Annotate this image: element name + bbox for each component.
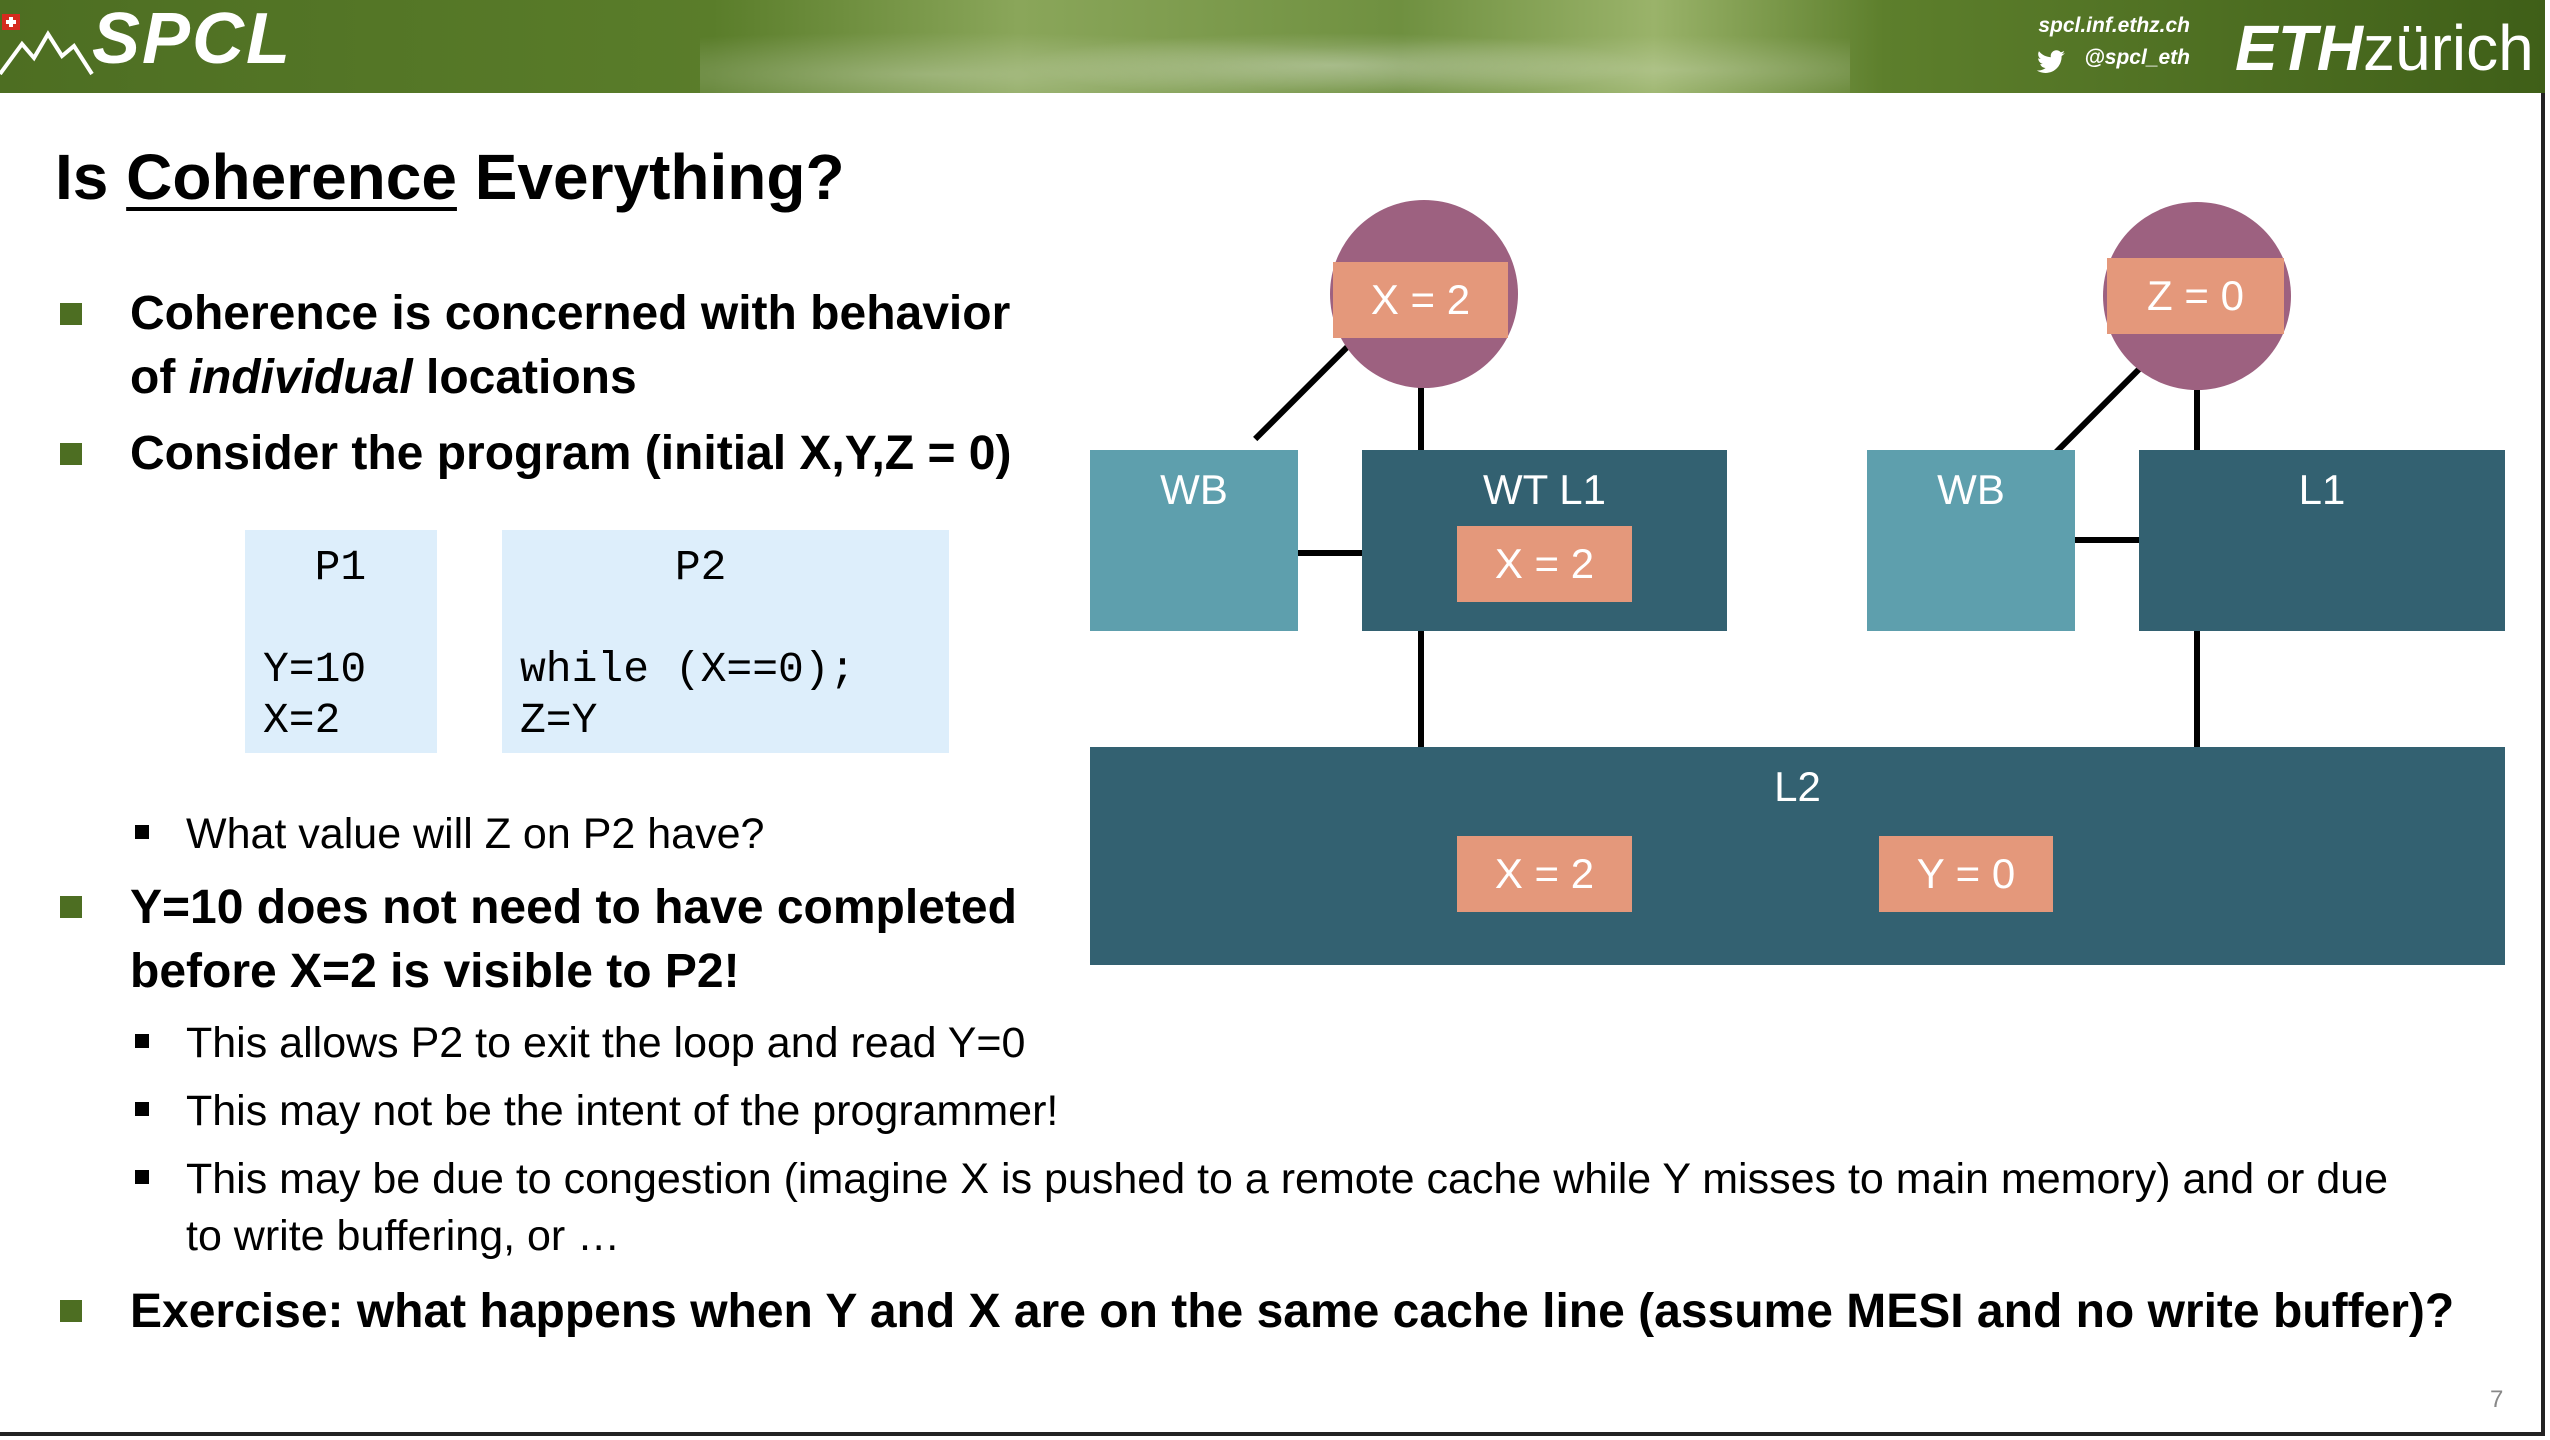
bullet1-line2-post: locations	[412, 351, 637, 404]
title-post: Everything?	[456, 141, 845, 213]
connector-core2-l1	[2194, 385, 2200, 455]
logo-text: SPCL	[92, 0, 293, 79]
eth-logo: ETHzürich	[2235, 8, 2534, 88]
connector-core1-l1	[1418, 385, 1424, 455]
sub-bullet-marker	[135, 1034, 149, 1048]
bullet1-italic: individual	[188, 351, 413, 404]
title-underlined: Coherence	[126, 141, 457, 213]
sub-bullet-marker	[135, 825, 149, 839]
connector-core1-wb1	[1253, 345, 1350, 442]
bullet-marker	[60, 443, 82, 465]
header-bar: SPCL spcl.inf.ethz.ch @spcl_eth ETHzüric…	[0, 0, 2545, 93]
write-buffer-2: WB	[1867, 450, 2075, 631]
sub-bullet2-text: This allows P2 to exit the loop and read…	[186, 1019, 1026, 1067]
connector-core2-wb2	[2053, 366, 2143, 456]
bullet-marker	[60, 1300, 82, 1322]
bullet1-line1: Coherence is concerned with behavior	[130, 287, 1011, 340]
sub-bullet-marker	[135, 1170, 149, 1184]
bullet3-line2: before X=2 is visible to P2!	[130, 945, 740, 998]
title-pre: Is	[55, 141, 127, 213]
eth-logo-bold: ETH	[2235, 12, 2363, 84]
mountain-banner	[700, 0, 1850, 93]
sub-bullet-marker	[135, 1102, 149, 1116]
bullet2-text: Consider the program (initial X,Y,Z = 0)	[130, 427, 1012, 480]
bullet1-line2-pre: of	[130, 351, 189, 404]
eth-logo-light: zürich	[2363, 12, 2534, 84]
sub-bullet1-text: What value will Z on P2 have?	[186, 810, 765, 858]
slide: SPCL spcl.inf.ethz.ch @spcl_eth ETHzüric…	[0, 0, 2545, 1436]
header-twitter-handle[interactable]: @spcl_eth	[2030, 46, 2190, 70]
sub-bullet4-line1: This may be due to congestion (imagine X…	[186, 1155, 2389, 1203]
sub-bullet3-text: This may not be the intent of the progra…	[186, 1087, 1059, 1135]
l2-tag-y: Y = 0	[1879, 836, 2053, 912]
connector-l1a-l2	[1418, 630, 1424, 750]
bullet1-line2: of individual locations	[130, 346, 637, 410]
core2-tag: Z = 0	[2107, 258, 2284, 334]
write-buffer-1: WB	[1090, 450, 1298, 631]
bullet4-text: Exercise: what happens when Y and X are …	[130, 1285, 2455, 1338]
bullet-marker	[60, 303, 82, 325]
bullet3-line1: Y=10 does not need to have completed	[130, 881, 1017, 934]
bullet-marker	[60, 896, 82, 918]
l2-tag-x: X = 2	[1457, 836, 1632, 912]
page-number: 7	[2490, 1386, 2504, 1413]
code-box-p2: P2 while (X==0); Z=Y	[502, 530, 949, 753]
core1-tag: X = 2	[1333, 262, 1508, 338]
header-url[interactable]: spcl.inf.ethz.ch	[2030, 14, 2190, 38]
l1-cache: L1	[2139, 450, 2505, 631]
connector-l1b-l2	[2194, 630, 2200, 750]
sub-bullet4-line2: to write buffering, or …	[186, 1212, 621, 1260]
connector-wb2-l1b	[2075, 537, 2141, 543]
code-box-p1: P1 Y=10 X=2	[245, 530, 437, 753]
l1a-tag: X = 2	[1457, 526, 1632, 602]
connector-wb1-l1a	[1295, 550, 1365, 556]
page-title: Is Coherence Everything?	[55, 140, 845, 214]
l2-cache: L2	[1090, 747, 2505, 965]
